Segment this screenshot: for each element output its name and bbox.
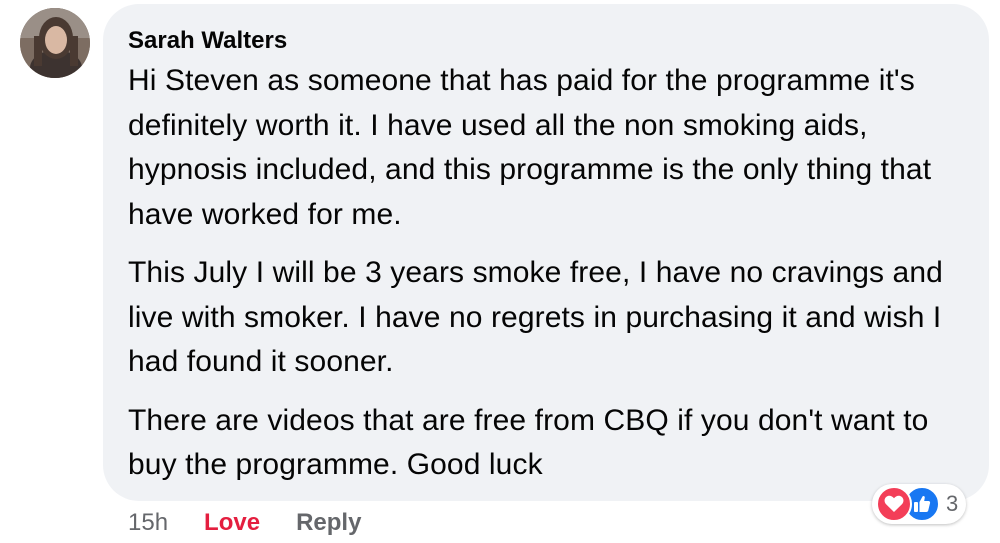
comment-actions: 15h Love Reply bbox=[128, 506, 361, 540]
comment-paragraph: Hi Steven as someone that has paid for t… bbox=[128, 64, 932, 231]
avatar[interactable] bbox=[20, 8, 90, 78]
love-button[interactable]: Love bbox=[204, 509, 260, 537]
comment-paragraph: There are videos that are free from CBQ … bbox=[128, 403, 929, 482]
reaction-count: 3 bbox=[946, 491, 959, 516]
comment-author[interactable]: Sarah Walters bbox=[128, 25, 965, 57]
profile-photo-icon bbox=[20, 8, 90, 78]
comment-timestamp[interactable]: 15h bbox=[128, 509, 168, 537]
reactions-summary[interactable]: 3 bbox=[872, 484, 967, 524]
comment-bubble: Sarah Walters Hi Steven as someone that … bbox=[103, 4, 989, 501]
reply-button[interactable]: Reply bbox=[296, 509, 361, 537]
comment-paragraph: This July I will be 3 years smoke free, … bbox=[128, 256, 943, 378]
heart-icon bbox=[876, 486, 912, 522]
